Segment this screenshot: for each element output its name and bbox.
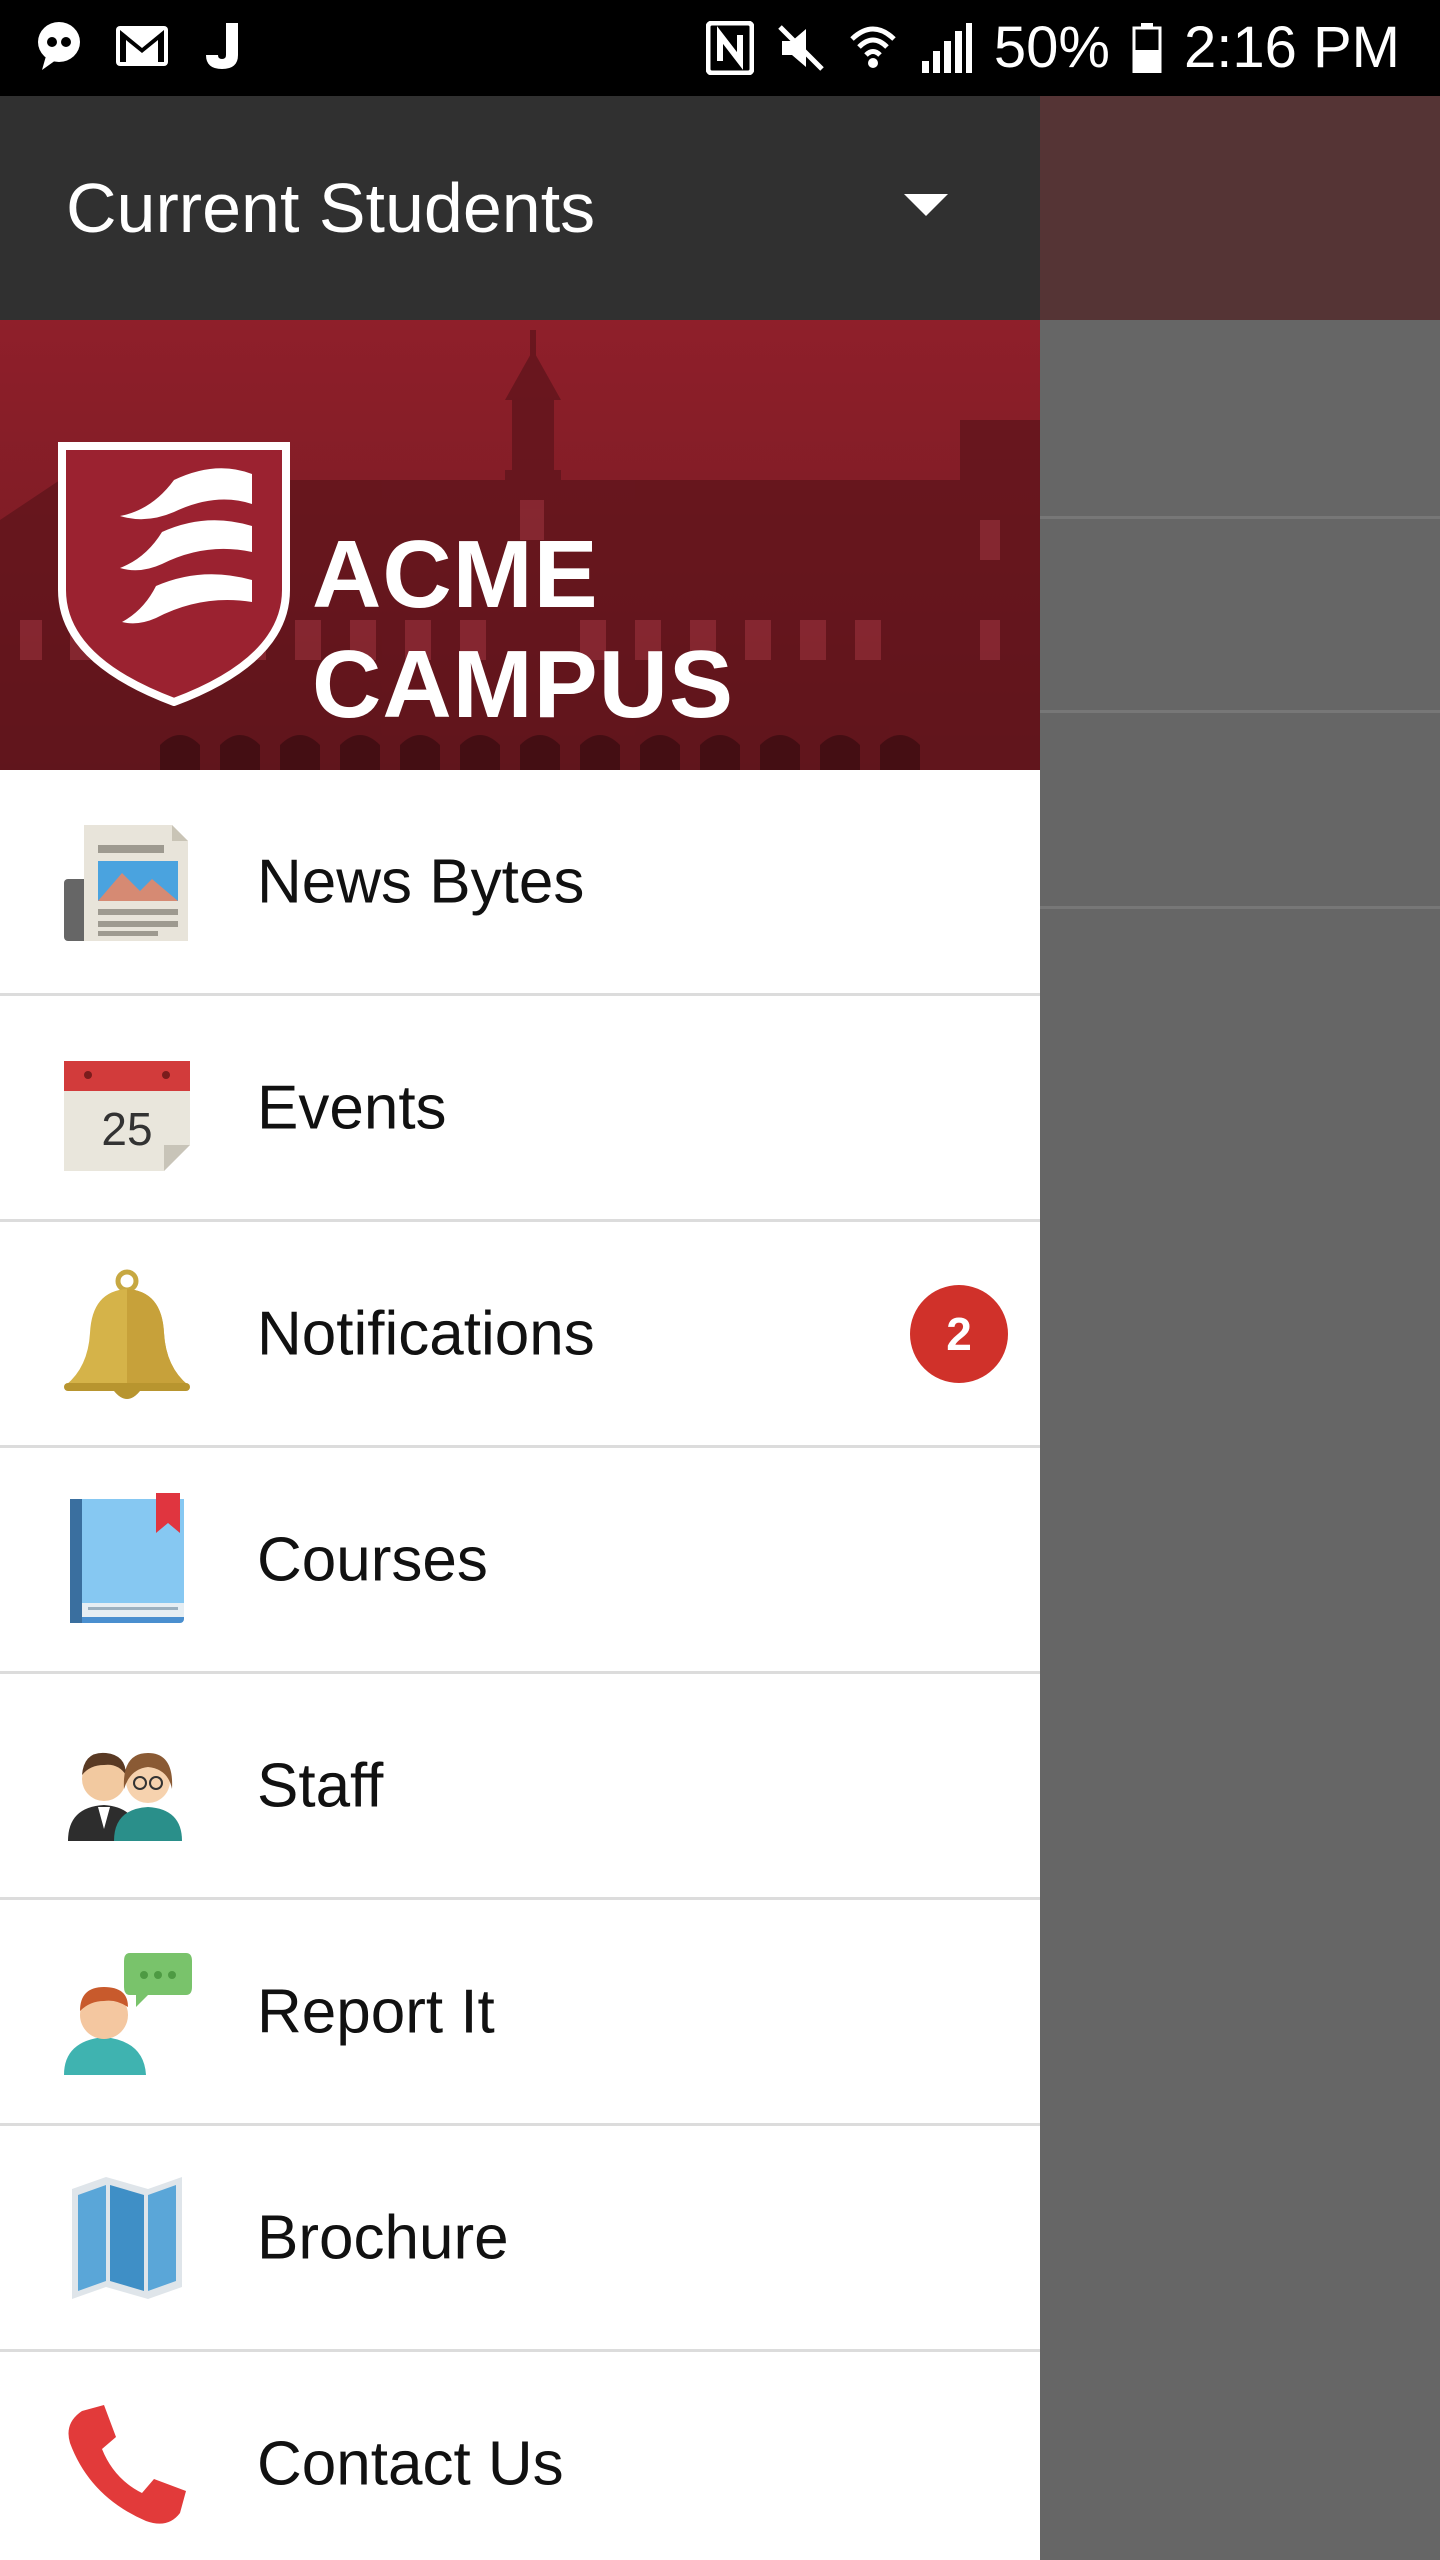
book-icon: [70, 1492, 184, 1623]
clock: 2:16 PM: [1184, 15, 1400, 80]
battery-percent: 50%: [993, 15, 1110, 80]
menu-item-label: Brochure: [257, 2203, 509, 2272]
calendar-day: 25: [101, 1103, 152, 1155]
campus-shield-logo: [58, 442, 290, 706]
drawer-title: Current Students: [66, 169, 596, 247]
bell-icon: [64, 1269, 190, 1399]
menu-item-label: Report It: [257, 1977, 495, 2046]
background-divider: [1040, 516, 1440, 519]
menu-item-label: Staff: [257, 1751, 384, 1820]
menu-item-staff[interactable]: Staff: [0, 1674, 1040, 1900]
menu-item-events[interactable]: 25 Events: [0, 996, 1040, 1222]
status-bar: 50% 2:16 PM: [0, 0, 1440, 96]
dropdown-arrow-icon[interactable]: [904, 194, 948, 216]
background-app-bar: [1040, 96, 1440, 320]
messenger-icon: [38, 22, 80, 70]
menu-item-report-it[interactable]: Report It: [0, 1900, 1040, 2126]
background-scrim[interactable]: [1040, 96, 1440, 2560]
menu-item-news-bytes[interactable]: News Bytes: [0, 770, 1040, 996]
report-icon: [64, 1952, 192, 2075]
map-icon: [72, 2176, 182, 2299]
calendar-icon: 25: [64, 1060, 190, 1171]
staff-icon: [68, 1752, 182, 1841]
newspaper-icon: [64, 824, 188, 941]
menu-item-label: Notifications: [257, 1299, 595, 1368]
wifi-icon: [850, 26, 896, 68]
menu-item-label: Contact Us: [257, 2429, 564, 2498]
signal-icon: [921, 23, 972, 73]
campus-banner: ACME CAMPUS: [0, 320, 1040, 770]
menu-item-label: Events: [257, 1073, 447, 1142]
phone-icon: [68, 2404, 186, 2524]
nfc-icon: [705, 21, 754, 75]
menu-item-courses[interactable]: Courses: [0, 1448, 1040, 1674]
navigation-drawer: Current Students ACME CAMPUS News Bytes …: [0, 96, 1040, 2560]
drawer-menu: News Bytes 25 Events Notifications 2 Cou…: [0, 770, 1040, 2560]
mute-icon: [778, 25, 824, 71]
j-app-icon: [206, 23, 238, 69]
account-switcher[interactable]: Current Students: [0, 96, 1040, 320]
notification-count-badge: 2: [910, 1284, 1008, 1383]
menu-item-brochure[interactable]: Brochure: [0, 2126, 1040, 2352]
background-divider: [1040, 710, 1440, 713]
battery-icon: [1132, 23, 1162, 73]
menu-item-contact-us[interactable]: Contact Us: [0, 2352, 1040, 2560]
campus-name: ACME CAMPUS: [312, 521, 735, 738]
background-divider: [1040, 906, 1440, 909]
menu-item-notifications[interactable]: Notifications 2: [0, 1222, 1040, 1448]
gmail-icon: [116, 26, 168, 66]
menu-item-label: Courses: [257, 1525, 488, 1594]
menu-item-label: News Bytes: [257, 847, 585, 916]
